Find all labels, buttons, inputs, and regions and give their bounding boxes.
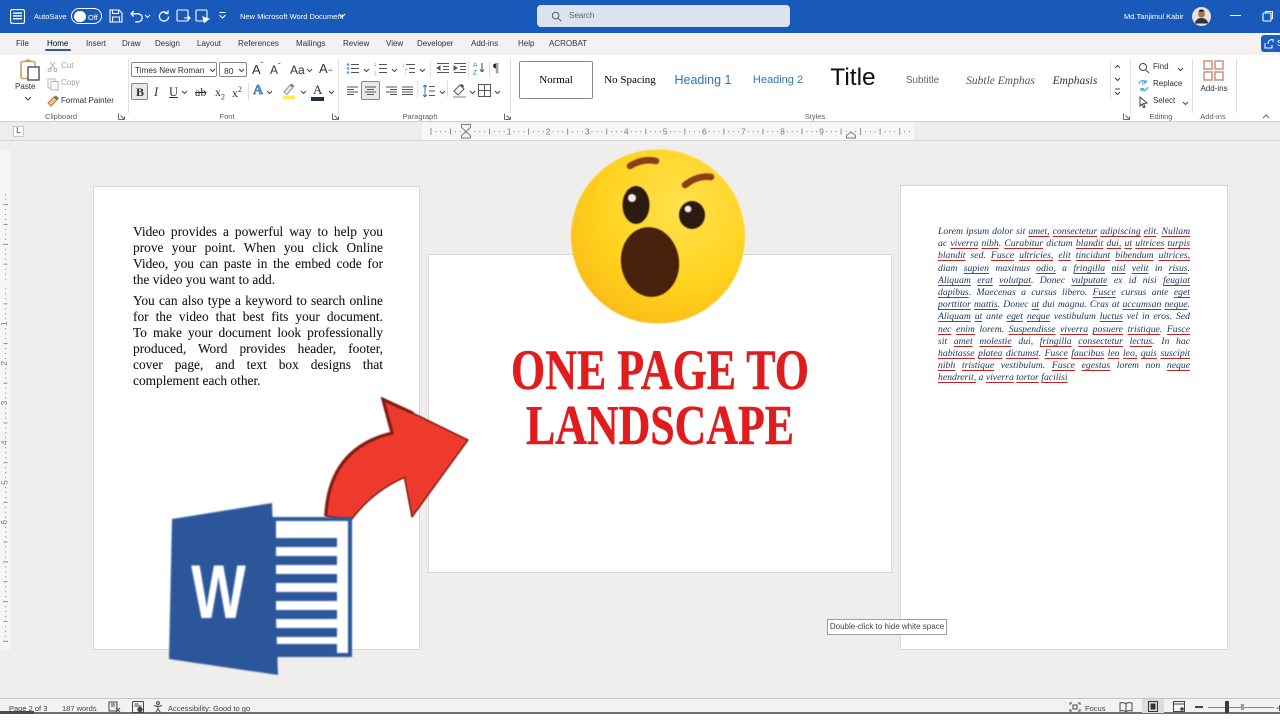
svg-text:2: 2 [0, 361, 9, 366]
svg-text:8: 8 [780, 127, 785, 137]
svg-text:2: 2 [374, 71, 377, 76]
svg-text:3: 3 [585, 127, 590, 137]
svg-text:A: A [473, 62, 478, 69]
svg-text:7: 7 [741, 127, 746, 137]
svg-text:2: 2 [546, 127, 551, 137]
svg-text:i: i [405, 71, 406, 75]
svg-text:1: 1 [507, 127, 512, 137]
svg-text:4: 4 [0, 440, 9, 445]
svg-text:c: c [1143, 87, 1146, 92]
svg-text:6: 6 [0, 520, 9, 525]
svg-text:6: 6 [702, 127, 707, 137]
svg-text:5: 5 [0, 480, 9, 485]
svg-text:4: 4 [624, 127, 629, 137]
svg-text:3: 3 [0, 400, 9, 405]
svg-text:W: W [191, 551, 246, 635]
svg-text:ONE PAGE TO: ONE PAGE TO [511, 342, 809, 402]
svg-text:9: 9 [819, 127, 824, 137]
svg-text:Z: Z [473, 70, 477, 76]
svg-text:1: 1 [374, 62, 377, 67]
svg-text:1: 1 [0, 321, 9, 326]
svg-text:5: 5 [663, 127, 668, 137]
svg-text:LANDSCAPE: LANDSCAPE [526, 394, 794, 456]
